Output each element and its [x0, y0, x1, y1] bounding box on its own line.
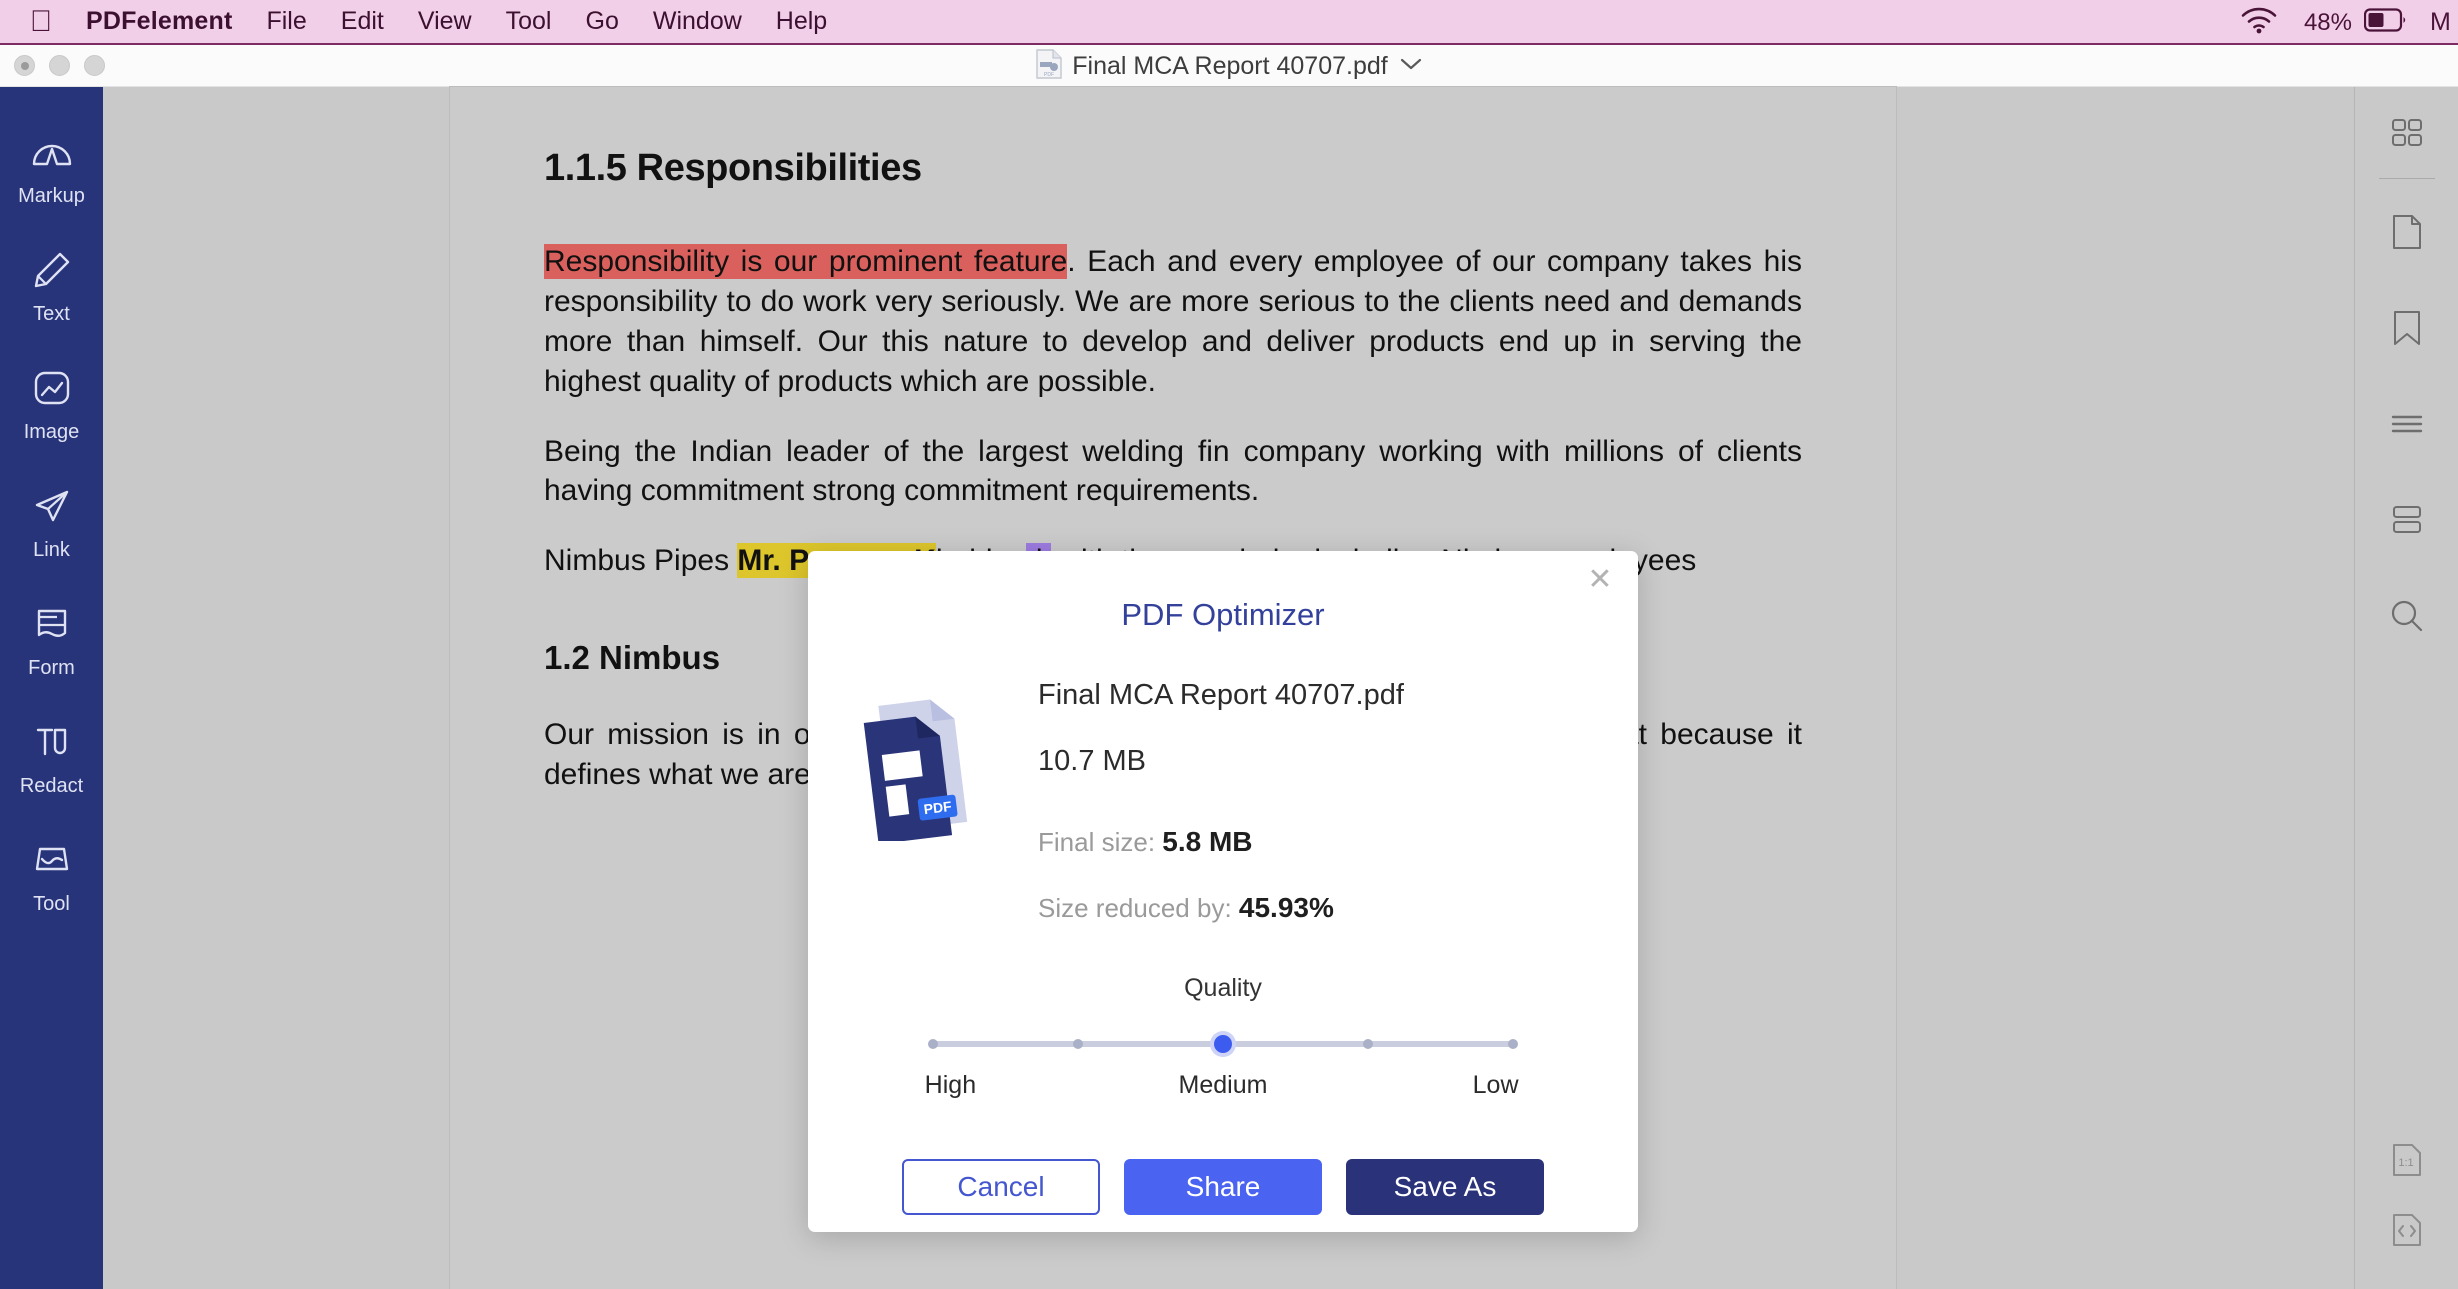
markup-icon [30, 132, 74, 177]
red-highlight: Responsibility is our prominent feature [544, 244, 1068, 279]
sidebar-item-link[interactable]: Link [0, 465, 103, 583]
sidebar-item-label: Link [33, 539, 70, 561]
image-icon [31, 368, 73, 413]
document-title-group[interactable]: PDF Final MCA Report 40707.pdf [0, 45, 2458, 87]
sidebar-item-label: Form [28, 657, 75, 679]
sidebar-item-redact[interactable]: Redact [0, 701, 103, 819]
sidebar-divider [2378, 178, 2435, 179]
size-reduced-label: Size reduced by: [1038, 893, 1232, 923]
battery-percent-label: 48% [2303, 8, 2352, 36]
sidebar-item-label: Image [23, 421, 80, 443]
page-heading: 1.1.5 Responsibilities [544, 147, 922, 189]
menu-item-go[interactable]: Go [586, 7, 619, 36]
menu-item-tool[interactable]: Tool [506, 7, 552, 36]
slider-label-high: High [924, 1071, 977, 1099]
menu-item-view[interactable]: View [418, 7, 472, 36]
dialog-title: PDF Optimizer [1121, 597, 1325, 632]
svg-text:1:1: 1:1 [2398, 1157, 2413, 1169]
slider-label-low: Low [1472, 1071, 1519, 1099]
sidebar-item-image[interactable]: Image [0, 347, 103, 465]
menu-item-help[interactable]: Help [776, 7, 827, 36]
quality-label: Quality [1184, 974, 1262, 1002]
stacked-panels-icon[interactable] [2355, 485, 2458, 555]
window-title-bar: PDF Final MCA Report 40707.pdf [0, 45, 2458, 87]
grid-thumbnails-icon[interactable] [2355, 99, 2458, 169]
final-size-label: Final size: [1038, 827, 1156, 857]
slider-tick[interactable] [1363, 1039, 1373, 1049]
pdf-document-icon: PDF [1036, 48, 1062, 84]
actual-size-icon[interactable]: 1:1 [2355, 1125, 2458, 1195]
sidebar-item-label: Text [33, 303, 70, 325]
sidebar-item-label: Markup [18, 185, 85, 207]
pdf-optimizer-dialog[interactable]: ✕ PDF Optimizer PDF Final MCA Report 407… [808, 551, 1638, 1232]
share-button[interactable]: Share [1124, 1159, 1322, 1215]
paragraph-1: Responsibility is our prominent feature.… [544, 242, 1802, 402]
dialog-actions: Cancel Share Save As [808, 1159, 1638, 1215]
link-send-icon [31, 486, 73, 531]
final-size-value: 5.8 MB [1162, 826, 1253, 857]
svg-text:PDF: PDF [1044, 72, 1054, 78]
menu-extra-truncated[interactable]: M [2430, 8, 2452, 37]
close-icon[interactable]: ✕ [1580, 560, 1620, 600]
menu-bar-status-area: 48% M [2240, 0, 2458, 45]
code-page-icon[interactable] [2355, 1195, 2458, 1265]
menu-app-name[interactable]: PDFelement [86, 7, 232, 36]
search-icon[interactable] [2355, 581, 2458, 651]
bookmark-icon[interactable] [2355, 293, 2458, 363]
menu-item-edit[interactable]: Edit [341, 7, 384, 36]
paragraph-2: Being the Indian leader of the largest w… [544, 434, 1802, 508]
slider-tick[interactable] [1073, 1039, 1083, 1049]
sidebar-item-markup[interactable]: Markup [0, 111, 103, 229]
sidebar-item-label: Redact [19, 775, 84, 797]
toolbox-icon [31, 840, 73, 885]
slider-tick[interactable] [1508, 1039, 1518, 1049]
apple-logo-icon[interactable]:  [28, 6, 54, 37]
sidebar-item-tool[interactable]: Tool [0, 819, 103, 937]
dialog-file-name: Final MCA Report 40707.pdf [1038, 679, 1404, 711]
form-icon [31, 604, 73, 649]
slider-tick[interactable] [928, 1039, 938, 1049]
paragraph-3-a: Nimbus Pipes [544, 544, 738, 578]
slider-label-medium: Medium [1178, 1071, 1268, 1099]
size-reduced-value: 45.93% [1238, 892, 1334, 923]
size-reduced-row: Size reduced by: 45.93% [1038, 892, 1404, 924]
menu-item-file[interactable]: File [266, 7, 306, 36]
chevron-down-icon[interactable] [1400, 57, 1422, 76]
battery-icon[interactable] [2363, 8, 2408, 37]
pdf-file-icon: PDF [856, 673, 1006, 846]
page-icon[interactable] [2355, 197, 2458, 267]
wifi-icon[interactable] [2240, 6, 2278, 39]
final-size-row: Final size: 5.8 MB [1038, 826, 1404, 858]
macos-menu-bar:  PDFelement File Edit View Tool Go Wind… [0, 0, 2458, 45]
menu-item-window[interactable]: Window [653, 7, 742, 36]
sidebar-item-text[interactable]: Text [0, 229, 103, 347]
document-title: Final MCA Report 40707.pdf [1072, 51, 1388, 80]
save-as-button[interactable]: Save As [1346, 1159, 1544, 1215]
redact-icon [31, 722, 73, 767]
right-panel-sidebar: 1:1 [2354, 87, 2458, 1289]
slider-thumb[interactable] [1210, 1031, 1236, 1057]
slider-scale-labels: High Medium Low [925, 1071, 1519, 1101]
list-lines-icon[interactable] [2355, 389, 2458, 459]
file-info-block: Final MCA Report 40707.pdf 10.7 MB Final… [1006, 673, 1404, 958]
quality-section: Quality High Medium Low [808, 974, 1638, 1101]
quality-slider[interactable] [928, 1031, 1518, 1057]
sidebar-item-form[interactable]: Form [0, 583, 103, 701]
cancel-button[interactable]: Cancel [902, 1159, 1100, 1215]
pencil-icon [31, 250, 73, 295]
dialog-original-size: 10.7 MB [1038, 745, 1146, 777]
dialog-body: PDF Final MCA Report 40707.pdf 10.7 MB F… [808, 633, 1638, 958]
left-tool-sidebar: Markup Text Image Link Form Redact Tool [0, 87, 103, 1289]
sidebar-item-label: Tool [33, 893, 70, 915]
